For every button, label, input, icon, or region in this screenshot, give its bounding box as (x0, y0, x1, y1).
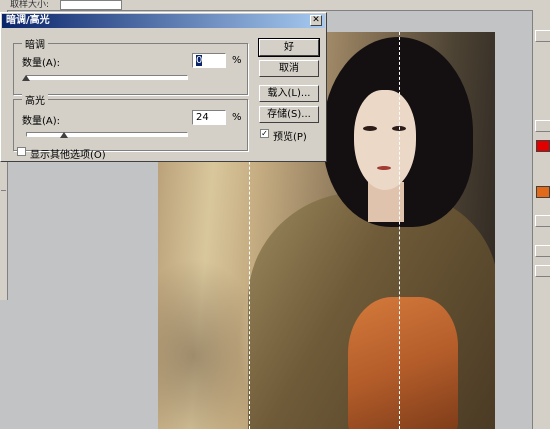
more-options-checkbox[interactable] (17, 147, 26, 156)
tool-divider (1, 190, 6, 191)
palette-tab-channels[interactable] (535, 265, 550, 277)
close-icon[interactable]: ✕ (310, 15, 322, 26)
load-button[interactable]: 载入(L)... (259, 85, 319, 102)
selection-edge-right (399, 32, 400, 429)
face (354, 90, 416, 190)
shadow-highlight-dialog: 暗调/高光 ✕ 暗调 数量(A): 0 % 高光 数量(A): 24 % 显示其… (0, 12, 327, 162)
highlights-amount-label: 数量(A): (22, 116, 61, 127)
foreground-color-swatch[interactable] (536, 140, 550, 152)
dialog-title: 暗调/高光 (6, 15, 50, 26)
shadows-amount-slider[interactable] (26, 75, 188, 80)
left-eye (363, 126, 377, 131)
shadows-amount-label: 数量(A): (22, 58, 61, 69)
preview-label[interactable]: 预览(P) (273, 128, 307, 143)
shadows-unit: % (232, 55, 242, 66)
mouth (377, 166, 391, 170)
shadows-amount-input[interactable]: 0 (192, 53, 226, 68)
options-bar: 取样大小: (0, 0, 550, 11)
highlights-group: 高光 数量(A): 24 % (13, 92, 248, 151)
more-options-label[interactable]: 显示其他选项(O) (30, 146, 106, 161)
ok-button[interactable]: 好 (258, 38, 320, 57)
sample-size-label: 取样大小: (10, 0, 50, 10)
palette-tab-navigator[interactable] (535, 30, 550, 42)
highlights-group-title: 高光 (22, 92, 48, 107)
background-color-swatch[interactable] (536, 186, 550, 198)
orange-sleeve (348, 297, 458, 429)
highlights-slider-handle[interactable] (60, 132, 69, 138)
sample-size-dropdown[interactable] (60, 0, 122, 10)
shadows-group-title: 暗调 (22, 36, 48, 51)
palette-dock (532, 10, 550, 429)
shadows-group: 暗调 数量(A): 0 % (13, 36, 248, 95)
palette-tab-color[interactable] (535, 120, 550, 132)
cancel-button[interactable]: 取消 (259, 60, 319, 77)
highlights-unit: % (232, 112, 242, 123)
dialog-titlebar[interactable]: 暗调/高光 ✕ (2, 14, 325, 28)
palette-tab-history[interactable] (535, 215, 550, 227)
save-button[interactable]: 存储(S)... (259, 106, 319, 123)
shadows-slider-handle[interactable] (22, 75, 30, 81)
palette-tab-layers[interactable] (535, 245, 550, 257)
preview-checkbox[interactable]: ✓ (260, 129, 269, 138)
highlights-amount-input[interactable]: 24 (192, 110, 226, 125)
highlights-amount-slider[interactable] (26, 132, 188, 137)
